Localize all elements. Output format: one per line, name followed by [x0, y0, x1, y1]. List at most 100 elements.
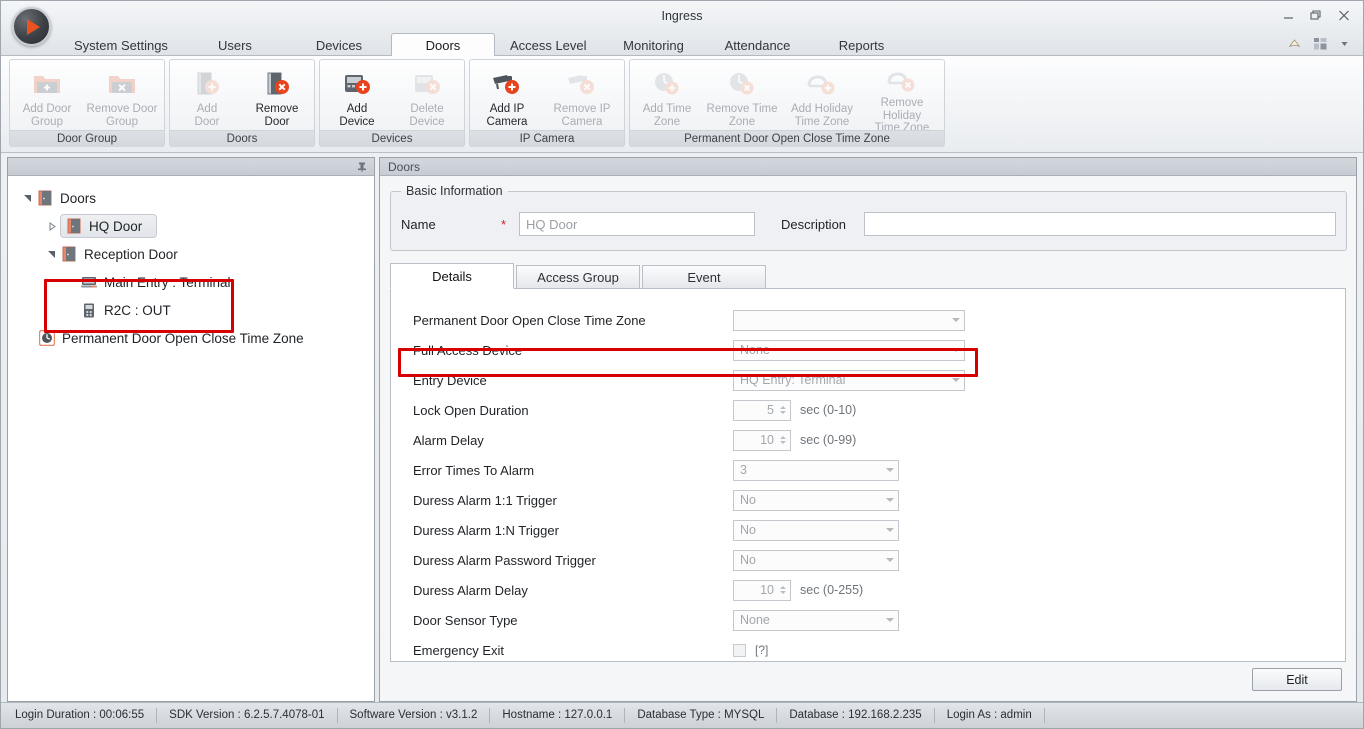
tab-event[interactable]: Event [642, 265, 766, 289]
spinner-up-icon[interactable] [780, 406, 786, 409]
add-holiday-time-zone-button[interactable]: Add Holiday Time Zone [782, 62, 862, 130]
play-triangle-icon [27, 19, 40, 35]
name-input[interactable] [519, 212, 755, 236]
door-tree-panel: Doors HQ Door [7, 157, 375, 702]
tab-access-group[interactable]: Access Group [516, 265, 640, 289]
content-header: Doors [380, 158, 1356, 176]
help-hint[interactable]: [?] [755, 643, 768, 657]
ribbon-right-icons [1287, 37, 1355, 53]
ribbon-tab-devices[interactable]: Devices [287, 33, 391, 56]
chevron-down-icon [952, 378, 960, 382]
duress-alarm-delay-spinner[interactable]: 10 [733, 580, 791, 601]
ribbon-group-title-devices: Devices [320, 130, 464, 147]
tree-node-hq-door[interactable]: HQ Door [8, 212, 374, 240]
spinner-down-icon[interactable] [780, 441, 786, 444]
ribbon-tab-users[interactable]: Users [183, 33, 287, 56]
remove-holiday-time-zone-button[interactable]: Remove Holiday Time Zone [862, 62, 942, 130]
home-icon[interactable] [1287, 37, 1303, 53]
add-door-group-button[interactable]: Add Door Group [12, 62, 82, 130]
spinner-buttons[interactable] [777, 402, 788, 419]
tree-node-main-entry-terminal[interactable]: Main Entry : Terminal [8, 268, 374, 296]
entry-device-combo[interactable]: HQ Entry: Terminal [733, 370, 965, 391]
spinner-buttons[interactable] [777, 432, 788, 449]
remove-door-button[interactable]: Remove Door [242, 62, 312, 130]
tree-node-permanent-time-zone[interactable]: Permanent Door Open Close Time Zone [8, 324, 374, 352]
remove-door-label: Remove Door [243, 103, 311, 128]
lock-open-duration-spinner[interactable]: 5 [733, 400, 791, 421]
add-ip-camera-button[interactable]: Add IP Camera [472, 62, 542, 130]
ribbon-tab-doors[interactable]: Doors [391, 33, 495, 56]
permanent-time-zone-combo[interactable] [733, 310, 965, 331]
remove-door-group-button[interactable]: Remove Door Group [82, 62, 162, 130]
door-sensor-type-combo[interactable]: None [733, 610, 899, 631]
status-login-duration: Login Duration : 00:06:55 [11, 708, 157, 723]
field-lock-open-duration: Lock Open Duration 5 sec (0-10) [391, 395, 1345, 425]
alarm-delay-spinner[interactable]: 10 [733, 430, 791, 451]
tree-node-r2c-out[interactable]: R2C : OUT [8, 296, 374, 324]
basic-information-legend: Basic Information [401, 184, 508, 198]
delete-device-label: Delete Device [393, 103, 461, 128]
pin-icon[interactable] [356, 161, 368, 173]
add-device-button[interactable]: Add Device [322, 62, 392, 130]
add-device-label: Add Device [323, 103, 391, 128]
ribbon-tab-system-settings[interactable]: System Settings [59, 33, 183, 56]
close-icon[interactable] [1331, 5, 1357, 25]
field-duress-alarm-delay: Duress Alarm Delay 10 sec (0-255) [391, 575, 1345, 605]
ribbon-tab-monitoring[interactable]: Monitoring [602, 33, 706, 56]
window-title: Ingress [1, 9, 1363, 23]
door-remove-icon [262, 67, 292, 101]
expander-expanded-icon[interactable] [44, 246, 60, 262]
field-error-times-to-alarm: Error Times To Alarm 3 [391, 455, 1345, 485]
emergency-exit-checkbox[interactable] [733, 644, 746, 657]
spinner-down-icon[interactable] [780, 591, 786, 594]
field-label: Emergency Exit [413, 643, 733, 658]
tree-node-reception-door[interactable]: Reception Door [8, 240, 374, 268]
combo-value: 3 [740, 463, 747, 477]
application-window: Ingress System Settings Us [0, 0, 1364, 729]
spinner-up-icon[interactable] [780, 436, 786, 439]
basic-information-group: Basic Information Name * Description [390, 184, 1347, 251]
ribbon-tabstrip: System Settings Users Devices Doors Acce… [1, 32, 1363, 56]
content-inner: Basic Information Name * Description Det… [380, 176, 1356, 701]
status-sdk-version: SDK Version : 6.2.5.7.4078-01 [157, 708, 337, 723]
chevron-down-icon [886, 498, 894, 502]
duress-alarm-password-trigger-combo[interactable]: No [733, 550, 899, 571]
status-bar: Login Duration : 00:06:55 SDK Version : … [1, 702, 1363, 728]
ribbon-tab-attendance[interactable]: Attendance [706, 33, 810, 56]
error-times-to-alarm-combo[interactable]: 3 [733, 460, 899, 481]
field-label: Duress Alarm Delay [413, 583, 733, 598]
ribbon-tab-reports[interactable]: Reports [810, 33, 914, 56]
app-logo-button[interactable] [12, 7, 51, 46]
duress-alarm-11-trigger-combo[interactable]: No [733, 490, 899, 511]
tab-details[interactable]: Details [390, 263, 514, 289]
edit-button[interactable]: Edit [1252, 668, 1342, 691]
tree-node-label: R2C : OUT [104, 303, 171, 318]
restore-icon[interactable] [1303, 5, 1329, 25]
field-label: Error Times To Alarm [413, 463, 733, 478]
add-door-button[interactable]: Add Door [172, 62, 242, 130]
ribbon-toolbar: Add Door Group Remove Door Grou [1, 56, 1363, 153]
spinner-up-icon[interactable] [780, 586, 786, 589]
door-add-icon [192, 67, 222, 101]
add-time-zone-button[interactable]: Add Time Zone [632, 62, 702, 130]
field-permanent-door-open-close-time-zone: Permanent Door Open Close Time Zone [391, 305, 1345, 335]
delete-device-button[interactable]: Delete Device [392, 62, 462, 130]
full-access-device-combo[interactable]: None [733, 340, 965, 361]
duress-alarm-1n-trigger-combo[interactable]: No [733, 520, 899, 541]
minimize-icon[interactable] [1275, 5, 1301, 25]
ribbon-group-doors: Add Door Remove [169, 59, 315, 147]
spinner-down-icon[interactable] [780, 411, 786, 414]
door-icon [65, 217, 83, 235]
chevron-down-icon [952, 348, 960, 352]
expander-collapsed-icon[interactable] [44, 218, 60, 234]
ribbon-tab-access-level[interactable]: Access Level [495, 33, 602, 56]
tree-node-doors[interactable]: Doors [8, 184, 374, 212]
chevron-down-icon[interactable] [1339, 37, 1355, 53]
remove-time-zone-button[interactable]: Remove Time Zone [702, 62, 782, 130]
remove-ip-camera-button[interactable]: Remove IP Camera [542, 62, 622, 130]
description-input[interactable] [864, 212, 1336, 236]
spinner-buttons[interactable] [777, 582, 788, 599]
expander-expanded-icon[interactable] [20, 190, 36, 206]
layout-icon[interactable] [1313, 37, 1329, 53]
basic-information-row: Name * Description [401, 210, 1336, 238]
